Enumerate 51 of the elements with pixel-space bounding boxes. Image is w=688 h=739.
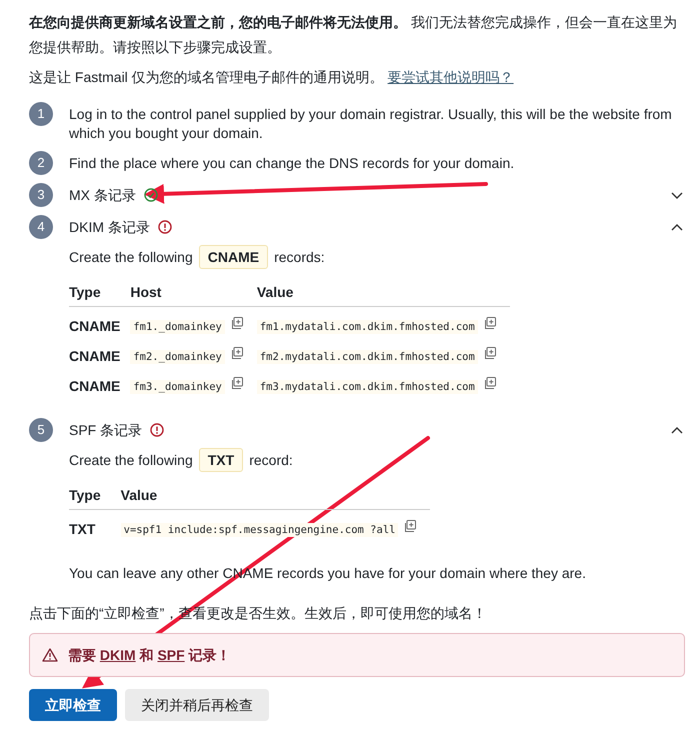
instructions-note: 这是让 Fastmail 仅为您的域名管理电子邮件的通用说明。 要尝试其他说明吗？ [29,68,515,87]
record-host: fm1._domainkey [130,320,225,334]
column-header: Type [69,486,121,510]
step-text: Find the place where you can change the DNS records for your domain. [69,154,516,173]
collapse-chevron-icon[interactable] [671,426,683,434]
instruction-text: Create the following [69,248,193,267]
table-cell: CNAME [69,336,130,366]
copy-icon[interactable] [404,520,416,532]
step-title: SPF 条记录 [69,420,142,440]
step-number: 5 [29,418,53,442]
table-cell: CNAME [69,366,130,396]
record-host: fm3._domainkey [130,380,225,394]
other-instructions-link[interactable]: 要尝试其他说明吗？ [388,69,514,85]
alert-message: 需要 DKIM 和 SPF 记录！ [68,646,231,664]
record-value: v=spf1 include:spf.messagingengine.com ?all [120,523,398,537]
copy-icon[interactable] [230,347,243,359]
record-link[interactable]: DKIM [100,646,136,662]
record-link[interactable]: SPF [157,646,185,662]
step-number: 2 [29,151,53,175]
step-title: MX 条记录 [69,186,136,204]
step-title: DKIM 条记录 [69,218,150,236]
copy-icon[interactable] [484,347,496,359]
warning-icon [42,648,58,662]
step-text: Log in to the control panel supplied by your domain registrar. Usually, this will be the website from which you bought your domain. [69,105,673,143]
table-cell: TXT [69,510,121,539]
record-type-badge: TXT [198,448,244,472]
copy-icon[interactable] [230,317,243,329]
close-button[interactable]: 关闭并稍后再检查 [125,689,269,721]
record-type-badge: CNAME [198,245,268,269]
record-host: fm2._domainkey [130,350,225,364]
expand-chevron-icon[interactable] [671,192,683,198]
record-value: fm2.mydatali.com.dkim.fmhosted.com [256,350,478,364]
step-number: 1 [29,102,53,126]
record-value: fm3.mydatali.com.dkim.fmhosted.com [256,380,478,394]
intro-paragraph: 在您向提供商更新域名设置之前，您的电子邮件将无法使用。 我们无法替您完成操作，但会一直在这里为您提供帮助。请按照以下步骤完成设置。 [29,13,678,57]
copy-icon[interactable] [484,317,496,329]
column-header: Value [120,486,430,510]
step-number: 3 [29,183,53,207]
instruction-text: record: [249,451,293,470]
column-header: Value [256,283,510,306]
record-value: fm1.mydatali.com.dkim.fmhosted.com [256,320,478,334]
copy-icon[interactable] [484,377,496,389]
table-cell: CNAME [69,306,130,336]
collapse-chevron-icon[interactable] [671,224,683,230]
instruction-text: records: [274,248,325,267]
step-number: 4 [29,215,53,239]
check-now-button[interactable]: 立即检查 [29,689,117,721]
copy-icon[interactable] [230,377,243,389]
instruction-text: Create the following [69,451,193,470]
column-header: Host [130,283,257,306]
column-header: Type [69,283,130,306]
